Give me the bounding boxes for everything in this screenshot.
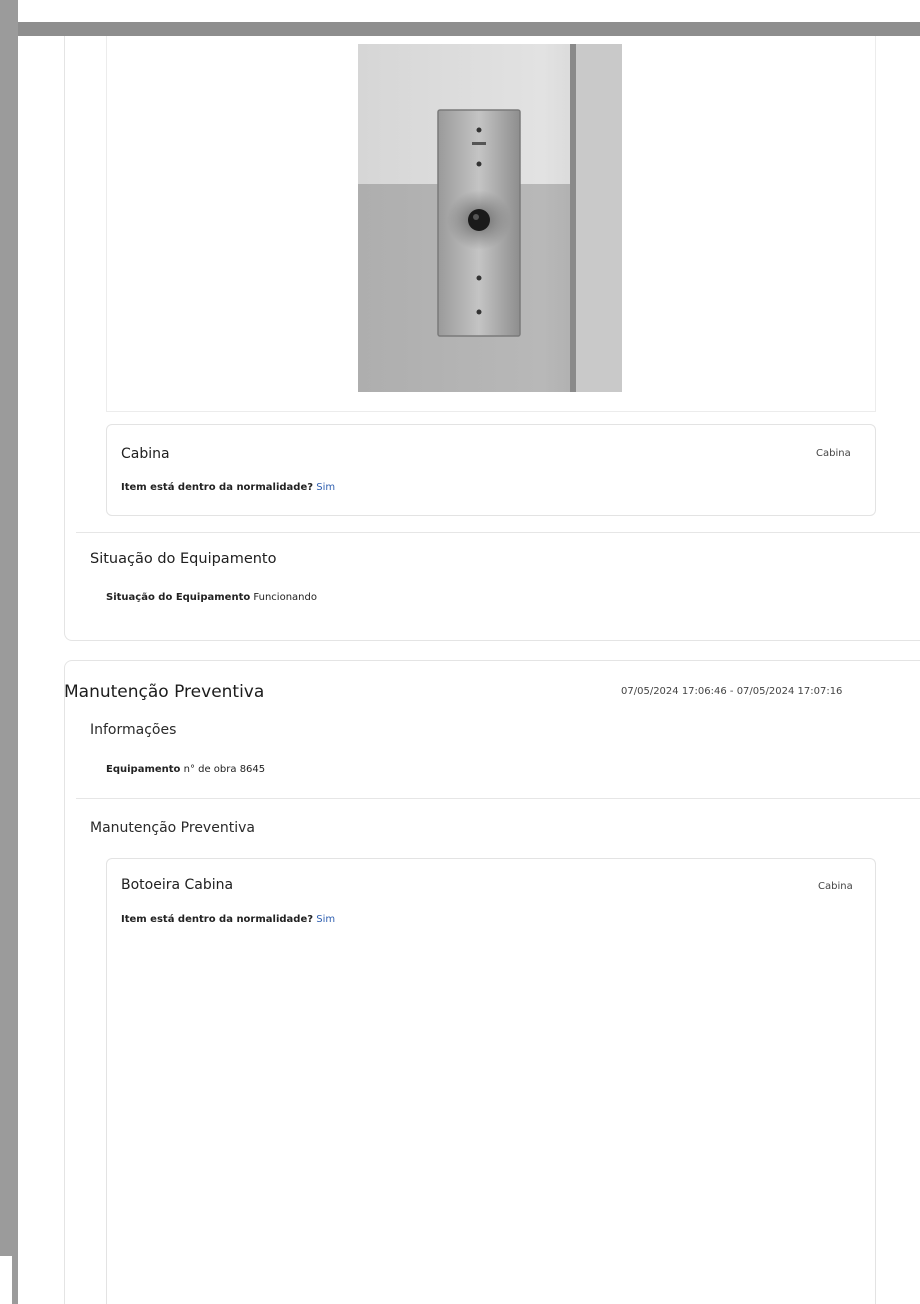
section-divider: [76, 532, 920, 533]
item-title: Cabina: [121, 446, 170, 462]
left-border-gap: [0, 1256, 12, 1304]
equipment-status-row: Situação do Equipamento Funcionando: [106, 592, 317, 603]
equipment-row: Equipamento n° de obra 8645: [106, 764, 265, 775]
item-title: Botoeira Cabina: [121, 877, 234, 893]
inspection-timestamp: 07/05/2024 17:06:46 - 07/05/2024 17:07:1…: [621, 686, 843, 697]
item-category-tag: Cabina: [818, 881, 853, 892]
normality-row: Item está dentro da normalidade? Sim: [121, 914, 335, 925]
elevator-call-button-photo[interactable]: [358, 44, 622, 392]
normality-row: Item está dentro da normalidade? Sim: [121, 482, 335, 493]
checklist-item-cabina: [106, 424, 876, 516]
section-divider: [76, 798, 920, 799]
normality-answer: Sim: [316, 482, 336, 493]
normality-question: Item está dentro da normalidade?: [121, 914, 314, 925]
item-category-tag: Cabina: [816, 448, 851, 459]
report-page: Cabina Cabina Item está dentro da normal…: [0, 0, 920, 1304]
normality-question: Item está dentro da normalidade?: [121, 482, 314, 493]
equipment-status-value: Funcionando: [253, 592, 317, 603]
left-window-border: [0, 0, 18, 1304]
equipment-status-title: Situação do Equipamento: [90, 551, 277, 567]
card-heading: Manutenção Preventiva: [64, 682, 265, 702]
equipment-label: Equipamento: [106, 764, 181, 775]
equipment-value: n° de obra 8645: [183, 764, 266, 775]
equipment-status-label: Situação do Equipamento: [106, 592, 251, 603]
top-window-border: [18, 22, 920, 36]
preventive-subsection-title: Manutenção Preventiva: [90, 820, 255, 836]
normality-answer: Sim: [316, 914, 336, 925]
informacoes-title: Informações: [90, 722, 177, 738]
